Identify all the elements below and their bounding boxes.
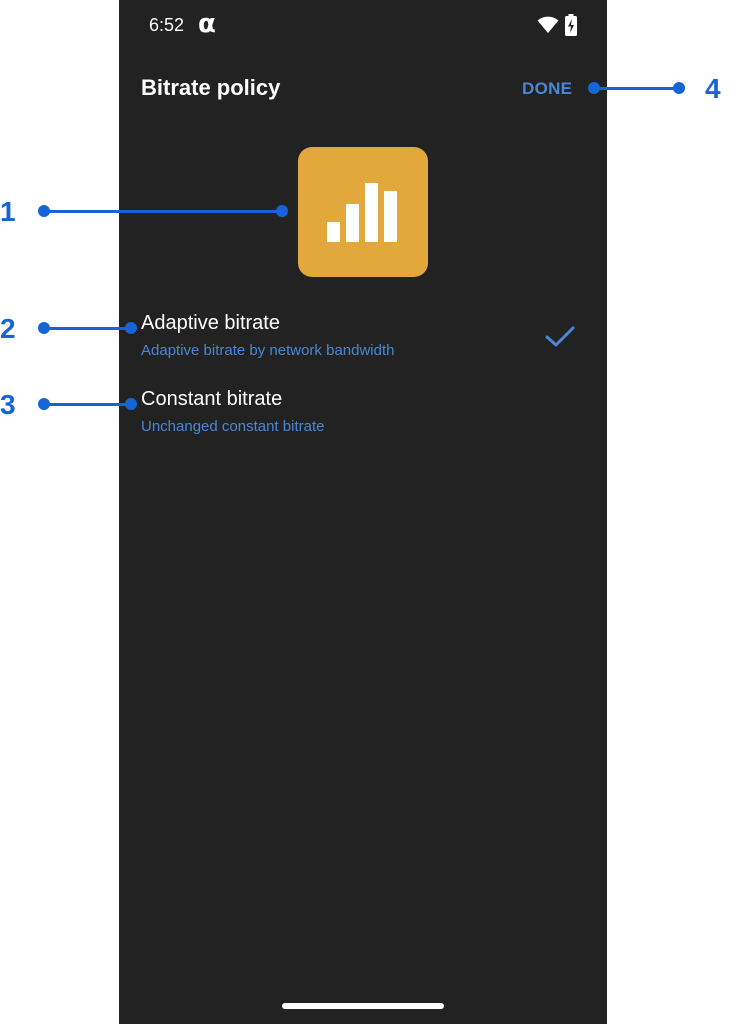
- home-indicator[interactable]: [282, 1003, 444, 1009]
- wifi-icon: [537, 16, 559, 33]
- callout-dot: [276, 205, 288, 217]
- callout-line-3: [44, 403, 130, 406]
- callout-line-1: [44, 210, 282, 213]
- checkmark-icon: [545, 326, 575, 347]
- callout-dot: [125, 322, 137, 334]
- battery-charging-icon: [565, 14, 577, 36]
- callout-number-2: 2: [0, 313, 16, 344]
- callout-dot: [125, 398, 137, 410]
- option-label: Adaptive bitrate: [141, 312, 280, 334]
- screenshot-canvas: 6:52 α Bitrate policy DONE Adaptive bitr…: [0, 0, 730, 1024]
- callout-line-4: [594, 87, 680, 90]
- callout-number-4: 4: [705, 73, 721, 104]
- callout-number-3: 3: [0, 389, 16, 420]
- option-constant-bitrate[interactable]: Constant bitrate Unchanged constant bitr…: [119, 384, 607, 454]
- app-alpha-icon: α: [198, 9, 216, 39]
- status-time: 6:52: [149, 15, 185, 35]
- option-subtitle: Unchanged constant bitrate: [141, 418, 325, 435]
- phone-screen: 6:52 α Bitrate policy DONE Adaptive bitr…: [119, 0, 607, 1024]
- callout-line-2: [44, 327, 130, 330]
- page-title: Bitrate policy: [141, 75, 281, 100]
- option-subtitle: Adaptive bitrate by network bandwidth: [141, 342, 395, 359]
- bitrate-bars-icon: [327, 183, 397, 242]
- done-button[interactable]: DONE: [522, 79, 572, 99]
- option-label: Constant bitrate: [141, 388, 283, 410]
- option-adaptive-bitrate[interactable]: Adaptive bitrate Adaptive bitrate by net…: [119, 308, 607, 378]
- bitrate-hero-tile: [298, 147, 428, 277]
- callout-number-1: 1: [0, 196, 16, 227]
- callout-dot: [673, 82, 685, 94]
